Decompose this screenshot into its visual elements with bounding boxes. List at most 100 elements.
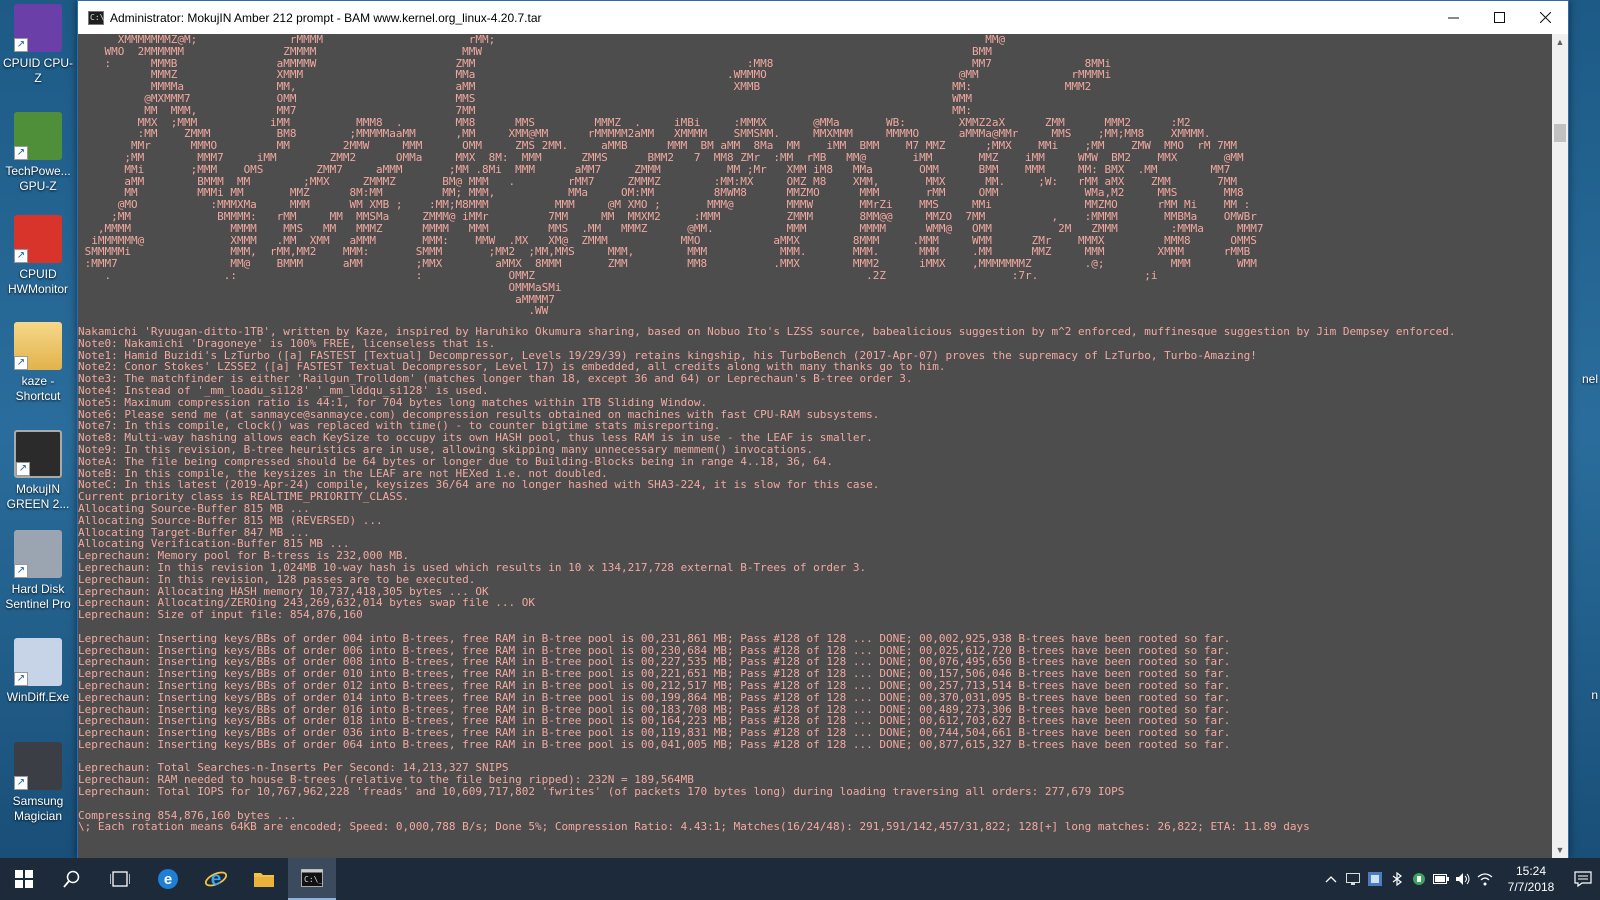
- desktop-icon[interactable]: ↗ Samsung Magician: [0, 742, 76, 824]
- maximize-button[interactable]: [1476, 1, 1522, 34]
- ascii-art-line: WMO 2MMMMMM ZMMMM MMW BMM: [78, 44, 992, 58]
- show-hidden-icons-chevron-icon[interactable]: [1320, 858, 1342, 900]
- windiff-icon: ↗: [14, 638, 62, 686]
- console-line: Note4: Instead of '_mm_loadu_si128' '_mm…: [78, 383, 489, 397]
- scroll-up-arrow-icon[interactable]: ▲: [1552, 34, 1568, 51]
- hwmonitor-icon: ↗: [14, 215, 62, 263]
- desktop-icon[interactable]: ↗ MokujIN GREEN 2...: [0, 430, 76, 512]
- title-bar[interactable]: C:\ Administrator: MokujIN Amber 212 pro…: [78, 1, 1568, 34]
- desktop-icon[interactable]: ↗ CPUID CPU-Z: [0, 4, 76, 86]
- desktop-icon-label: Hard Disk Sentinel Pro: [5, 582, 71, 611]
- console-line: \; Each rotation means 64KB are encoded;…: [78, 820, 1310, 834]
- desktop-edge-label: n: [1591, 688, 1598, 702]
- shortcut-arrow-icon: ↗: [14, 356, 28, 370]
- security-tray-icon[interactable]: [1408, 858, 1430, 900]
- gpu-z-icon: ↗: [14, 112, 62, 160]
- cpu-z-icon: ↗: [14, 4, 62, 52]
- console-line: Note0: Nakamichi 'Dragoneye' is 100% FRE…: [78, 336, 496, 350]
- console-log: Nakamichi 'Ryuugan-ditto-1TB', written b…: [78, 326, 1456, 833]
- desktop-icon-label: CPUID HWMonitor: [7, 267, 68, 296]
- svg-text:e: e: [164, 871, 172, 888]
- shortcut-arrow-icon: ↗: [14, 146, 28, 160]
- console-window: C:\ Administrator: MokujIN Amber 212 pro…: [77, 0, 1569, 859]
- scrollbar-thumb[interactable]: [1554, 124, 1566, 142]
- wifi-icon[interactable]: [1474, 858, 1496, 900]
- ascii-art-line: MMi ;MMM OMS ZMM7 aMMM ;MM .8Mi MMM aMM7…: [78, 162, 1231, 176]
- console-output[interactable]: XMMMMMMMZ@M; rMMMM rMM; MM@ WMO 2MMMMMM …: [78, 34, 1552, 859]
- taskbar-clock[interactable]: 15:24 7/7/2018: [1496, 863, 1566, 895]
- console-line: Leprechaun: Total IOPS for 10,767,962,22…: [78, 785, 1125, 799]
- ascii-art-line: ;MM BMMMM: rMM MM MMSMa ZMMM@ iMMr 7MM M…: [78, 209, 1257, 223]
- taskbar-console-button[interactable]: C:\_: [288, 858, 336, 900]
- minimize-icon: [1447, 17, 1459, 19]
- notifications-icon: [1574, 871, 1592, 887]
- shortcut-arrow-icon: ↗: [16, 462, 30, 476]
- window-title: Administrator: MokujIN Amber 212 prompt …: [110, 10, 542, 25]
- task-view-button[interactable]: [96, 858, 144, 900]
- desktop-icon[interactable]: ↗ kaze - Shortcut: [0, 322, 76, 404]
- desktop-icon[interactable]: ↗ Hard Disk Sentinel Pro: [0, 530, 76, 612]
- search-icon: [63, 870, 80, 888]
- console-line: Leprechaun: Inserting keys/BBs of order …: [78, 678, 1231, 692]
- desktop-icon-label: Samsung Magician: [12, 794, 64, 823]
- shortcut-arrow-icon: ↗: [14, 249, 28, 263]
- desktop-icon-label: MokujIN GREEN 2...: [6, 482, 70, 511]
- app-tray-icon[interactable]: [1364, 858, 1386, 900]
- console-line: Leprechaun: In this revision 1,024MB 10-…: [78, 560, 867, 574]
- bluetooth-icon[interactable]: [1386, 858, 1408, 900]
- vertical-scrollbar[interactable]: ▲ ▼: [1552, 34, 1568, 859]
- console-line: Leprechaun: Inserting keys/BBs of order …: [78, 631, 1231, 645]
- ascii-art-line: ;MM MMM7 iMM ZMM2 OMMa MMX 8M: MMM ZMMS …: [78, 150, 1244, 164]
- monitor-tray-icon[interactable]: [1342, 858, 1364, 900]
- shortcut-arrow-icon: ↗: [14, 672, 28, 686]
- console-line: Note9: In this revision, B-tree heuristi…: [78, 442, 814, 456]
- ssd-icon: ↗: [14, 742, 62, 790]
- ascii-art-line: @MXMMM7 OMM MMS WMM: [78, 91, 973, 105]
- desktop-icon[interactable]: ↗ WinDiff.Exe: [0, 638, 76, 705]
- maximize-icon: [1493, 12, 1505, 23]
- console-line: Note5: Maximum compression ratio is 44:1…: [78, 395, 708, 409]
- minimize-button[interactable]: [1430, 1, 1476, 34]
- console-app-icon[interactable]: C:\: [88, 10, 104, 25]
- ascii-art-line: ,MMMM MMMM MMS MM MMMZ MMMM MMM MMS .MM …: [78, 221, 1264, 235]
- console-line: Leprechaun: In this revision, 128 passes…: [78, 572, 476, 586]
- clock-time: 15:24: [1515, 864, 1547, 878]
- scroll-down-arrow-icon[interactable]: ▼: [1552, 842, 1568, 859]
- search-button[interactable]: [48, 858, 96, 900]
- console-line: Leprechaun: Inserting keys/BBs of order …: [78, 737, 1231, 751]
- ascii-art-line: MM MMM, MM7 7MM MM:: [78, 103, 973, 117]
- desktop-icon-label: WinDiff.Exe: [6, 690, 70, 704]
- shortcut-arrow-icon: ↗: [14, 776, 28, 790]
- task-view-icon: [110, 871, 130, 887]
- taskbar-file-explorer-button[interactable]: [240, 858, 288, 900]
- desktop-icon[interactable]: ↗ TechPowe... GPU-Z: [0, 112, 76, 194]
- svg-text:e: e: [211, 869, 222, 890]
- action-center-button[interactable]: [1566, 858, 1600, 900]
- ascii-art-line: . .: : OMMZ .2Z :7r. ;i: [78, 268, 1158, 282]
- console-line: Leprechaun: Size of input file: 854,876,…: [78, 608, 363, 622]
- battery-icon[interactable]: [1430, 858, 1452, 900]
- internet-explorer-icon: e: [204, 869, 228, 890]
- ascii-art-line: OMMMaSMi: [78, 280, 562, 294]
- clock-date: 7/7/2018: [1507, 880, 1555, 894]
- desktop-icon[interactable]: ↗ CPUID HWMonitor: [0, 215, 76, 297]
- console-icon: ↗: [14, 430, 62, 478]
- volume-icon[interactable]: [1452, 858, 1474, 900]
- folder-icon: [254, 873, 274, 887]
- shortcut-arrow-icon: ↗: [14, 38, 28, 52]
- console-line: NoteA: The file being compressed should …: [78, 454, 833, 468]
- desktop-edge-label: nel: [1581, 372, 1598, 386]
- windows-logo-icon: [15, 870, 33, 888]
- close-icon: [1539, 12, 1551, 23]
- taskbar-edge-button[interactable]: e: [144, 858, 192, 900]
- start-button[interactable]: [0, 858, 48, 900]
- taskbar: e e C:\_ 15:24 7/7/2018: [0, 858, 1600, 900]
- console-icon: C:\_: [301, 869, 323, 887]
- close-button[interactable]: [1522, 1, 1568, 34]
- console-line: Leprechaun: Inserting keys/BBs of order …: [78, 690, 1231, 704]
- console-line: Allocating Source-Buffer 815 MB ...: [78, 501, 310, 515]
- taskbar-ie-button[interactable]: e: [192, 858, 240, 900]
- svg-text:C:\_: C:\_: [304, 875, 323, 884]
- desktop-icon-label: TechPowe... GPU-Z: [5, 164, 71, 193]
